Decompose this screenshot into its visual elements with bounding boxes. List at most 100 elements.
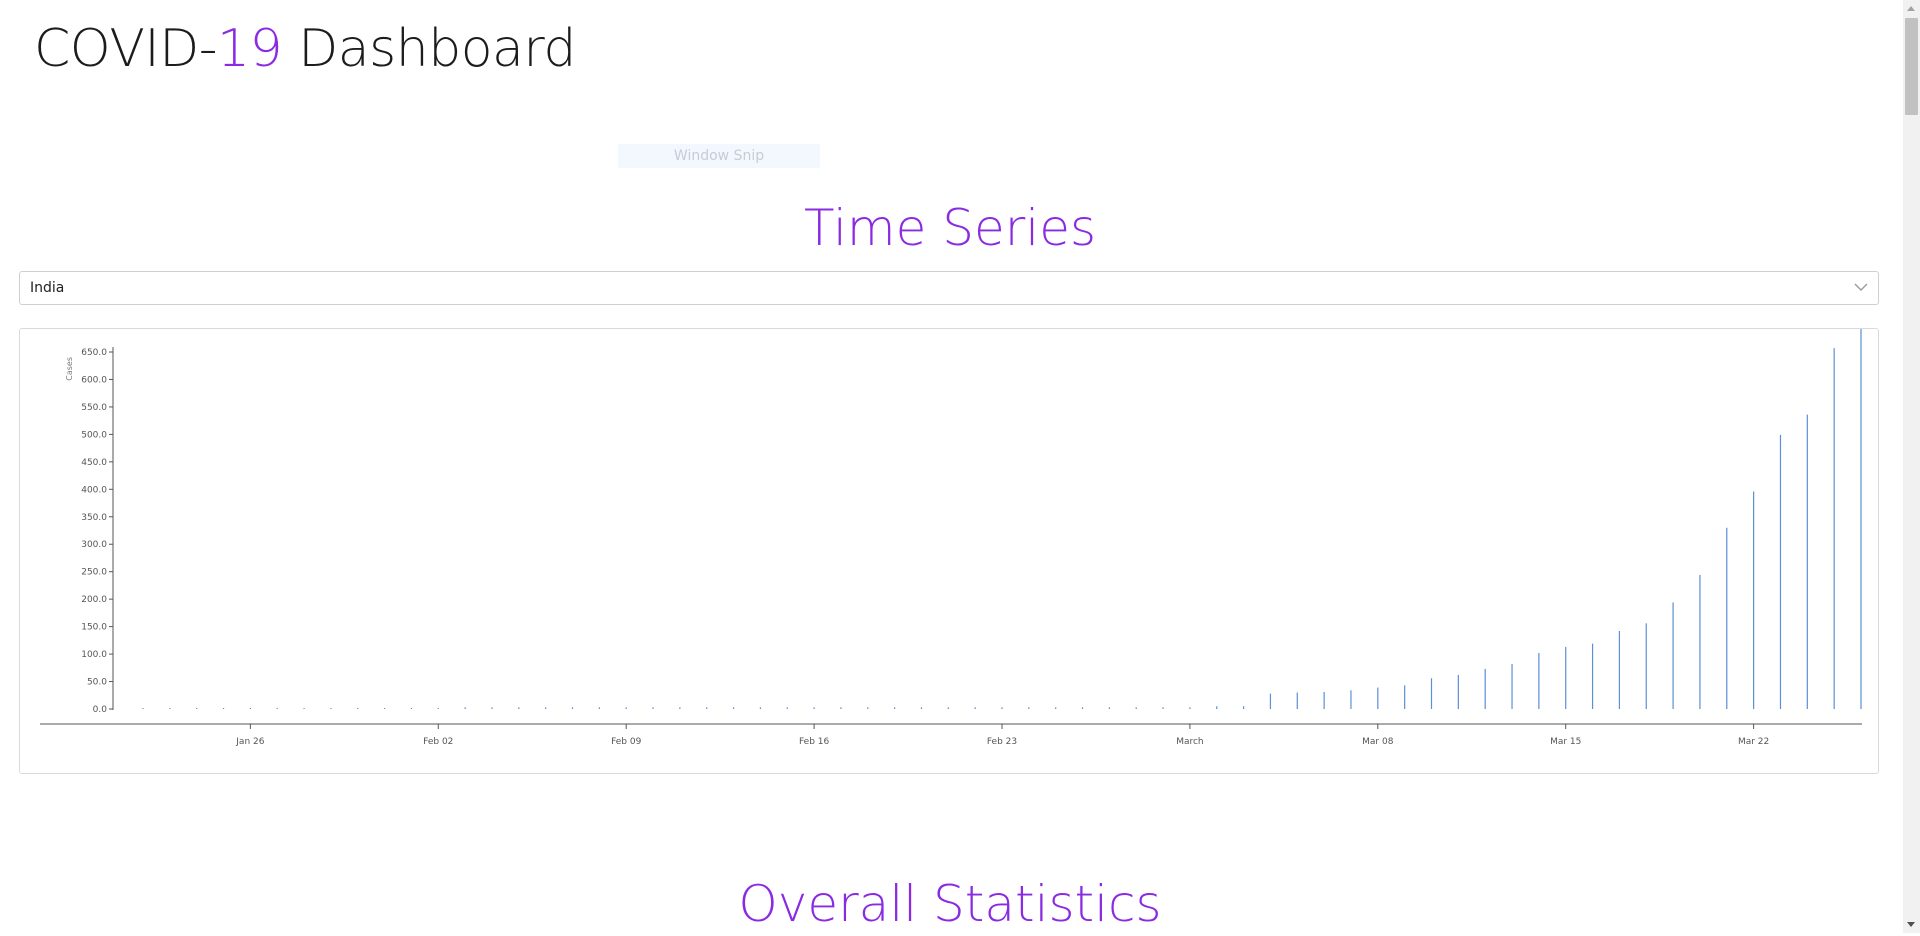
bar	[330, 708, 332, 709]
vertical-scrollbar[interactable]	[1903, 0, 1920, 933]
time-series-title: Time Series	[803, 199, 1097, 257]
bar	[786, 707, 788, 709]
bar	[1511, 663, 1513, 709]
bar	[1860, 329, 1862, 709]
bar	[625, 707, 627, 709]
bar	[1753, 491, 1755, 709]
bar	[1457, 674, 1459, 709]
bar	[1377, 687, 1379, 709]
bar	[196, 708, 198, 709]
bar	[759, 707, 762, 709]
bar	[1565, 646, 1567, 709]
country-select-value: India	[30, 280, 65, 296]
scroll-down-icon[interactable]	[1907, 922, 1915, 927]
scroll-up-icon[interactable]	[1907, 6, 1915, 11]
bar	[1135, 707, 1137, 709]
bar	[1108, 707, 1110, 709]
bar	[357, 708, 359, 709]
scrollbar-thumb[interactable]	[1905, 18, 1918, 115]
x-tick-label: Feb 16	[799, 737, 830, 747]
y-tick-label: 50.0	[87, 678, 107, 688]
bar	[840, 707, 842, 709]
bar	[1484, 668, 1486, 709]
bar	[679, 707, 681, 709]
bar	[1055, 707, 1057, 709]
bar	[1726, 527, 1728, 709]
bar	[732, 707, 735, 709]
bar	[410, 708, 413, 709]
bar	[1323, 691, 1325, 709]
bar	[706, 707, 708, 709]
bar	[1591, 643, 1594, 709]
bar	[571, 707, 574, 709]
bar	[813, 707, 815, 709]
overall-statistics-title: Overall Statistics	[738, 875, 1162, 933]
bar	[464, 707, 466, 709]
bar	[303, 708, 305, 709]
title-prefix: COVID-	[34, 19, 218, 79]
x-tick-label: Mar 08	[1362, 737, 1394, 747]
x-tick-label: Feb 23	[987, 737, 1017, 747]
bar	[867, 707, 869, 709]
bar	[437, 707, 439, 709]
y-tick-label: 200.0	[81, 595, 107, 605]
bar	[1269, 693, 1272, 709]
title-suffix: Dashboard	[282, 19, 576, 79]
x-tick-label: Mar 15	[1550, 737, 1581, 747]
bar	[1404, 685, 1406, 709]
bar	[1538, 652, 1540, 709]
bar	[1833, 348, 1835, 709]
bar	[894, 707, 896, 709]
y-tick-label: 100.0	[81, 650, 107, 660]
bar	[518, 707, 520, 709]
bar	[276, 708, 278, 709]
chart-svg: 0.0 50.0 100.0 150.0 200.0 250.0 300.0 350.0 400…	[40, 329, 1862, 747]
page-title: COVID-19 Dashboard	[34, 14, 576, 84]
bar	[1779, 434, 1782, 709]
bar	[1350, 690, 1352, 709]
x-tick-label: Jan 26	[235, 737, 264, 747]
y-tick-label: 400.0	[81, 485, 107, 495]
bar	[598, 707, 600, 709]
bar	[947, 707, 949, 709]
bar	[1430, 678, 1433, 709]
bar	[1216, 706, 1218, 709]
title-accent: 19	[217, 19, 283, 79]
y-tick-label: 450.0	[81, 458, 107, 468]
bar	[974, 707, 976, 709]
y-tick-label: 650.0	[81, 348, 107, 358]
y-tick-label: 250.0	[81, 568, 107, 578]
y-tick-label: 150.0	[81, 623, 107, 633]
y-axis-label: Cases	[65, 357, 74, 381]
bar	[1806, 414, 1808, 709]
bar	[383, 708, 386, 709]
y-tick-label: 600.0	[81, 375, 107, 385]
bar	[1618, 631, 1621, 709]
bar	[491, 707, 493, 709]
x-tick-label: March	[1176, 737, 1203, 747]
bar	[1189, 707, 1191, 709]
bar	[1645, 623, 1647, 709]
bar	[1162, 707, 1164, 709]
y-tick-label: 350.0	[81, 513, 107, 523]
bar	[1081, 707, 1084, 709]
bar	[1296, 692, 1298, 709]
bar	[920, 707, 923, 709]
bar	[652, 707, 654, 709]
y-tick-label: 550.0	[81, 403, 107, 413]
y-tick-label: 300.0	[81, 540, 107, 550]
time-series-chart: 0.0 50.0 100.0 150.0 200.0 250.0 300.0 350.0 400…	[19, 328, 1879, 774]
country-select[interactable]: India	[19, 271, 1879, 305]
y-tick-label: 500.0	[81, 430, 107, 440]
window-snip-label: Window Snip	[618, 144, 820, 168]
chevron-down-icon	[1854, 283, 1868, 291]
bar	[1672, 602, 1674, 709]
x-tick-label: Mar 22	[1738, 737, 1769, 747]
bar	[1001, 707, 1003, 709]
bar	[142, 708, 144, 709]
bar	[249, 708, 251, 709]
bar	[1699, 574, 1701, 709]
bar	[1242, 706, 1245, 709]
x-tick-label: Feb 09	[611, 737, 642, 747]
bar	[545, 707, 547, 709]
